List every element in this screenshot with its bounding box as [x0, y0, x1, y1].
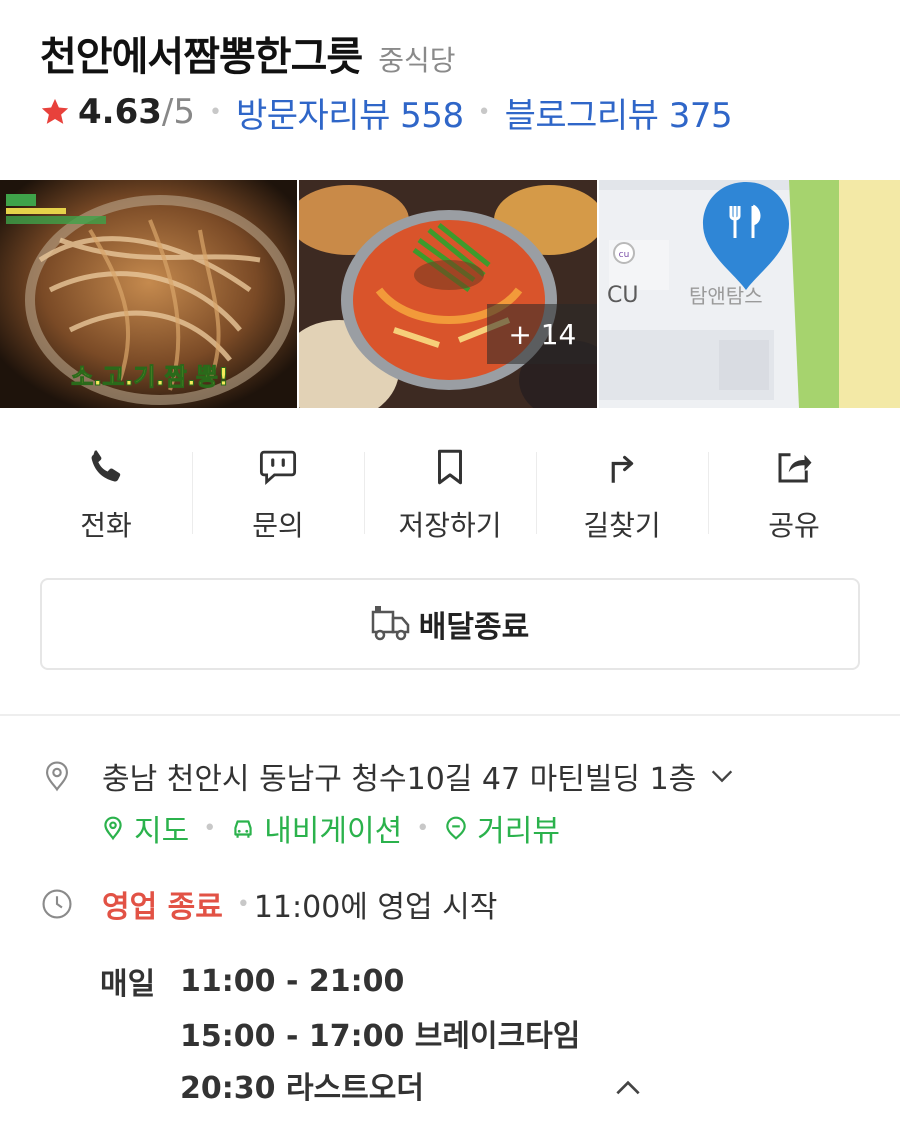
directions-icon [611, 455, 634, 483]
map-thumbnail[interactable]: cu CU 탐앤탐스 [598, 180, 900, 408]
separator-dot: • [203, 815, 217, 841]
chevron-up-icon[interactable] [612, 1072, 644, 1104]
action-label: 문의 [252, 509, 304, 542]
inquiry-button[interactable]: 문의 [192, 440, 364, 550]
hours-main: 11:00 - 21:00 [180, 963, 405, 999]
directions-button[interactable]: 길찾기 [536, 440, 708, 550]
map-store-label: CU [607, 283, 638, 308]
photo-thumbnail[interactable]: + 14 [299, 180, 597, 408]
visitor-reviews-link[interactable]: 방문자리뷰 558 [236, 88, 464, 137]
jjamppong-photo [299, 180, 597, 408]
photo-caption: 소.고.기.짬.뽕! [71, 363, 229, 391]
blog-reviews-link[interactable]: 블로그리뷰 375 [505, 88, 733, 137]
delivery-status-button[interactable]: 배달종료 [40, 578, 860, 670]
navigation-link[interactable]: 내비게이션 [230, 806, 402, 850]
map-pin-icon [104, 816, 122, 841]
call-button[interactable]: 전화 [20, 440, 192, 550]
chevron-down-icon[interactable] [708, 762, 736, 790]
photo-thumbnail[interactable]: 소.고.기.짬.뽕! [0, 180, 298, 408]
street-view-icon [446, 816, 466, 840]
delivery-truck-icon [371, 606, 410, 641]
map-preview: cu CU 탐앤탐스 [598, 180, 900, 408]
location-pin-icon [46, 761, 68, 792]
delivery-status-label: 배달종료 [418, 610, 530, 645]
separator-dot: • [416, 815, 430, 841]
share-icon [778, 453, 812, 483]
map-link[interactable]: 지도 [100, 806, 189, 850]
more-photos-count[interactable]: + 14 [487, 304, 597, 364]
action-label: 공유 [768, 509, 820, 542]
save-button[interactable]: 저장하기 [364, 440, 536, 550]
car-icon [234, 820, 252, 838]
action-bar: 전화 문의 저장하기 길찾기 공유 [20, 440, 880, 550]
clock-icon [42, 889, 72, 919]
next-open-time: 11:00에 영업 시작 [253, 890, 498, 925]
map-place-label: 탐앤탐스 [689, 284, 763, 308]
action-label: 저장하기 [398, 509, 502, 542]
address-links: 지도 • 내비게이션 • 거리뷰 [100, 806, 560, 850]
business-status: 영업 종료 [102, 890, 223, 925]
separator-dot: • [477, 99, 491, 125]
share-button[interactable]: 공유 [708, 440, 880, 550]
noodle-photo: 소.고.기.짬.뽕! [0, 180, 298, 408]
photo-strip: 소.고.기.짬.뽕! + 14 cu CU 탐앤탐스 [0, 180, 900, 408]
place-header: 천안에서짬뽕한그릇 중식당 4.63 /5 • 방문자리뷰 558 • 블로그리… [40, 24, 880, 137]
separator-dot: • [236, 891, 250, 917]
hours-last-order: 20:30 라스트오더 [180, 1071, 424, 1106]
svg-text:cu: cu [618, 250, 629, 260]
place-title: 천안에서짬뽕한그릇 [40, 34, 363, 80]
bookmark-icon [438, 449, 462, 485]
street-view-link-label: 거리뷰 [477, 814, 560, 849]
map-link-label: 지도 [134, 814, 190, 849]
street-view-link[interactable]: 거리뷰 [443, 806, 560, 850]
section-divider [0, 714, 900, 716]
phone-icon [91, 450, 121, 482]
hours-detail: 매일 11:00 - 21:00 15:00 - 17:00 브레이크타임 20… [100, 955, 580, 1111]
star-icon [41, 98, 69, 124]
place-category: 중식당 [378, 44, 456, 77]
address-text: 충남 천안시 동남구 청수10길 47 마틴빌딩 1층 [102, 762, 697, 797]
rating-value: 4.63 [78, 92, 162, 132]
rating-row: 4.63 /5 • 방문자리뷰 558 • 블로그리뷰 375 [40, 88, 880, 137]
rating-max: /5 [161, 92, 195, 132]
navigation-link-label: 내비게이션 [264, 814, 403, 849]
address-row[interactable]: 충남 천안시 동남구 청수10길 47 마틴빌딩 1층 [40, 754, 880, 798]
chat-icon [259, 450, 297, 485]
separator-dot: • [208, 99, 222, 125]
action-label: 길찾기 [583, 509, 661, 542]
business-hours-row[interactable]: 영업 종료 • 11:00에 영업 시작 [40, 882, 880, 926]
hours-break: 15:00 - 17:00 브레이크타임 [180, 1019, 581, 1054]
hours-day: 매일 [100, 967, 156, 1002]
action-label: 전화 [80, 509, 132, 542]
